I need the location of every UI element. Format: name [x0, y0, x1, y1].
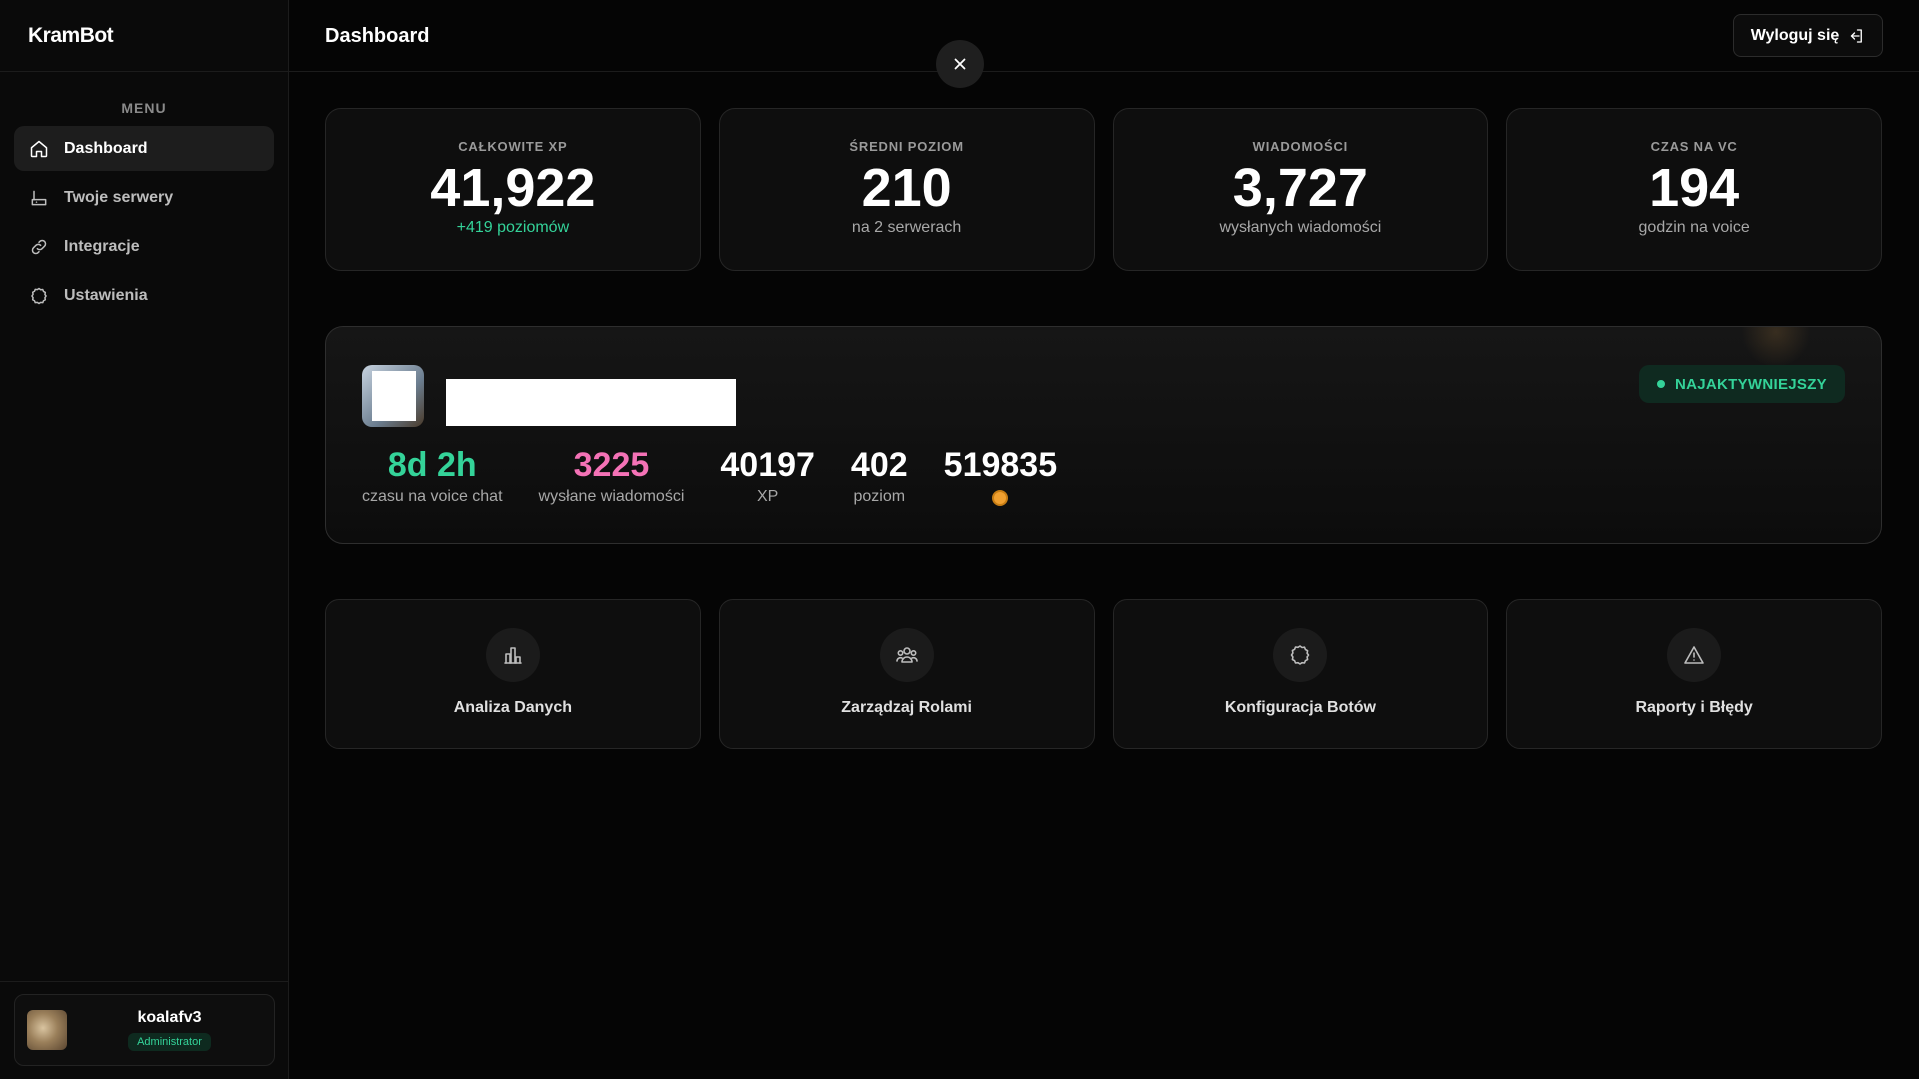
action-label: Raporty i Błędy: [1635, 699, 1753, 716]
top-user-card: NAJAKTYWNIEJSZY 8d 2h czasu na voice cha…: [325, 326, 1882, 544]
action-label: Analiza Danych: [453, 699, 572, 716]
user-role-badge: Administrator: [128, 1033, 211, 1051]
stat-label: WIADOMOŚCI: [1252, 139, 1349, 154]
sidebar-nav: Dashboard Twoje serwery Integracje Ustaw…: [0, 126, 288, 318]
close-button[interactable]: [936, 40, 984, 88]
sidebar-item-label: Twoje serwery: [64, 188, 174, 206]
stat-sub: na 2 serwerach: [851, 218, 962, 236]
menu-label: MENU: [121, 100, 167, 116]
stat-value: 3,727: [1232, 158, 1368, 218]
bar-chart-icon: [485, 628, 540, 682]
sidebar-item-label: Ustawienia: [64, 286, 148, 304]
metric-label: czasu na voice chat: [362, 488, 503, 506]
metric-value: 40197: [720, 446, 815, 484]
top-header: Dashboard Wyloguj się: [289, 0, 1919, 72]
sidebar-item-integrations[interactable]: Integracje: [14, 224, 274, 269]
stat-card-total-xp: CAŁKOWITE XP 41,922 +419 poziomów: [325, 108, 701, 271]
close-icon: [954, 58, 966, 70]
logout-icon: [1851, 28, 1863, 43]
redacted-avatar: [372, 371, 416, 421]
gear-icon: [1273, 628, 1328, 682]
status-dot-icon: [1656, 380, 1665, 388]
top-user-metrics: 8d 2h czasu na voice chat 3225 wysłane w…: [362, 446, 1058, 507]
metric-label: wysłane wiadomości: [538, 488, 685, 506]
action-manage-roles[interactable]: Zarządzaj Rolami: [718, 599, 1095, 749]
logout-button[interactable]: Wyloguj się: [1733, 14, 1883, 57]
app-root: KramBot MENU Dashboard Twoje serwery Int…: [0, 0, 1919, 1079]
action-data-analysis[interactable]: Analiza Danych: [325, 599, 701, 749]
actions-row: Analiza Danych Zarządzaj Rolami Konfigur…: [325, 599, 1882, 749]
home-icon: [28, 138, 50, 160]
sidebar-item-label: Integracje: [64, 237, 140, 255]
most-active-badge: NAJAKTYWNIEJSZY: [1638, 365, 1845, 403]
sidebar-item-dashboard[interactable]: Dashboard: [14, 126, 274, 171]
stat-label: ŚREDNI POZIOM: [849, 139, 964, 154]
stat-sub: +419 poziomów: [456, 218, 570, 236]
stat-value: 194: [1649, 158, 1740, 218]
metric-label: poziom: [853, 488, 906, 506]
brand-logo[interactable]: KramBot: [0, 0, 288, 72]
action-label: Zarządzaj Rolami: [841, 699, 972, 716]
stat-card-average-level: ŚREDNI POZIOM 210 na 2 serwerach: [718, 108, 1095, 271]
metric-voice-time: 8d 2h czasu na voice chat: [362, 446, 503, 506]
user-area: koalafv3 Administrator: [0, 981, 289, 1079]
stat-sub: wysłanych wiadomości: [1219, 218, 1382, 236]
action-reports-errors[interactable]: Raporty i Błędy: [1506, 599, 1882, 749]
server-icon: [28, 187, 50, 209]
sidebar: KramBot MENU Dashboard Twoje serwery Int…: [0, 0, 289, 1079]
stat-sub: godzin na voice: [1638, 218, 1750, 236]
action-label: Konfiguracja Botów: [1224, 699, 1376, 716]
metric-value: 8d 2h: [387, 446, 477, 484]
user-info: koalafv3 Administrator: [15, 1009, 274, 1051]
sidebar-item-label: Dashboard: [64, 139, 148, 157]
link-icon: [28, 236, 50, 258]
metric-messages: 3225 wysłane wiadomości: [538, 446, 685, 506]
action-bot-config[interactable]: Konfiguracja Botów: [1112, 599, 1489, 749]
coin-icon: [992, 490, 1009, 507]
page-title: Dashboard: [325, 25, 430, 47]
stat-card-messages: WIADOMOŚCI 3,727 wysłanych wiadomości: [1112, 108, 1489, 271]
metric-level: 402 poziom: [850, 446, 908, 506]
logout-label: Wyloguj się: [1750, 26, 1840, 44]
metric-label: XP: [756, 488, 779, 506]
top-user-avatar: [362, 365, 424, 427]
warning-icon: [1667, 628, 1722, 682]
metric-value: 402: [850, 446, 908, 484]
decorative-glow: [1741, 327, 1811, 367]
stat-label: CZAS NA VC: [1650, 139, 1738, 154]
user-card[interactable]: koalafv3 Administrator: [14, 994, 275, 1066]
metric-coins: 519835: [943, 446, 1058, 507]
stat-value: 210: [861, 158, 952, 218]
badge-label: NAJAKTYWNIEJSZY: [1674, 375, 1827, 393]
metric-value: 3225: [573, 446, 650, 484]
stat-label: CAŁKOWITE XP: [458, 139, 568, 154]
stats-row: CAŁKOWITE XP 41,922 +419 poziomów ŚREDNI…: [325, 108, 1882, 271]
gear-icon: [28, 285, 50, 307]
sidebar-item-settings[interactable]: Ustawienia: [14, 273, 274, 318]
user-name: koalafv3: [137, 1009, 202, 1026]
metric-xp: 40197 XP: [720, 446, 815, 506]
stat-value: 41,922: [430, 158, 596, 218]
stat-card-voice-time: CZAS NA VC 194 godzin na voice: [1506, 108, 1882, 271]
redacted-username: [446, 379, 736, 426]
metric-value: 519835: [943, 446, 1058, 484]
users-icon: [879, 628, 934, 682]
sidebar-item-servers[interactable]: Twoje serwery: [14, 175, 274, 220]
